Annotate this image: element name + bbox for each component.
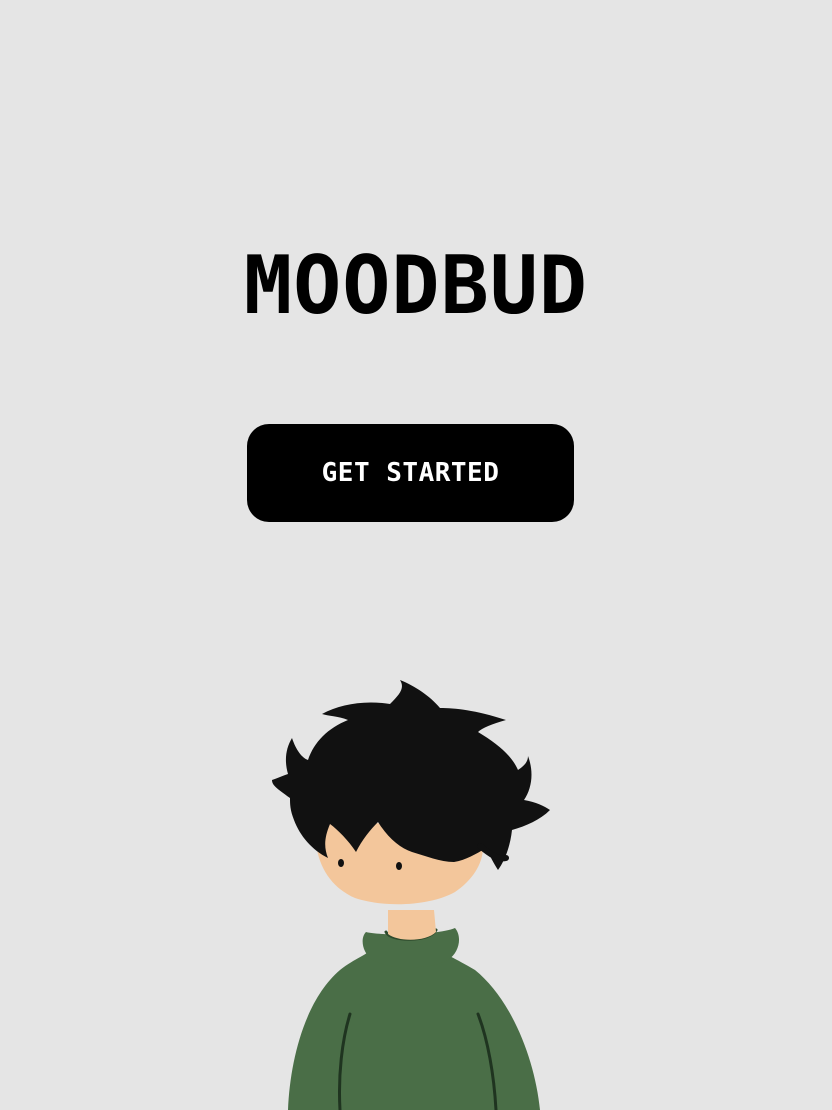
character-illustration bbox=[250, 670, 570, 1110]
hair bbox=[272, 680, 550, 870]
sweater bbox=[288, 946, 540, 1110]
left-eye bbox=[338, 859, 344, 867]
get-started-button[interactable]: GET STARTED bbox=[247, 424, 574, 522]
boy-character-icon bbox=[272, 680, 550, 1110]
app-title: MOODBUD bbox=[243, 239, 589, 332]
right-eye bbox=[396, 862, 402, 870]
neck bbox=[388, 910, 436, 940]
